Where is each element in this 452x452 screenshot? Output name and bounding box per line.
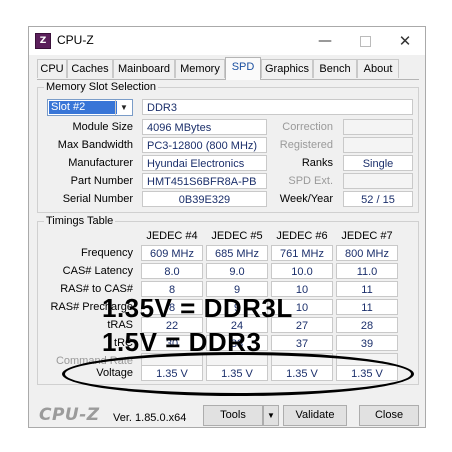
tab-spd[interactable]: SPD — [225, 57, 261, 80]
cpuz-app-icon: Z — [35, 33, 51, 49]
part-number-label: Part Number — [70, 175, 133, 187]
tab-about[interactable]: About — [357, 59, 399, 78]
tab-cpu[interactable]: CPU — [37, 59, 67, 78]
timing-cell: 28 — [336, 317, 398, 333]
chevron-down-icon[interactable]: ▼ — [115, 100, 132, 115]
timing-column-header: JEDEC #4 — [146, 230, 198, 242]
part-number-value: HMT451S6BFR8A-PB — [142, 173, 267, 189]
serial-number-value: 0B39E329 — [142, 191, 267, 207]
version-label: Ver. 1.85.0.x64 — [113, 412, 187, 424]
week-year-value: 52 / 15 — [343, 191, 413, 207]
registered-label: Registered — [279, 139, 333, 151]
correction-label: Correction — [282, 121, 333, 133]
tools-button[interactable]: Tools — [203, 405, 263, 426]
ranks-value: Single — [343, 155, 413, 171]
timing-cell: 11 — [336, 281, 398, 297]
timing-cell: 11.0 — [336, 263, 398, 279]
timing-cell: 37 — [271, 335, 333, 351]
spd-ext-label: SPD Ext. — [288, 175, 333, 187]
memory-type-field: DDR3 — [142, 99, 413, 115]
ranks-label: Ranks — [301, 157, 333, 169]
serial-number-label: Serial Number — [62, 193, 133, 205]
timing-cell: 761 MHz — [271, 245, 333, 261]
tab-mainboard[interactable]: Mainboard — [113, 59, 175, 78]
tab-memory[interactable]: Memory — [175, 59, 225, 78]
close-button[interactable]: Close — [359, 405, 419, 426]
maximize-icon — [359, 35, 371, 47]
minimize-button[interactable]: — — [307, 29, 343, 53]
tools-dropdown-arrow[interactable]: ▼ — [263, 405, 279, 426]
timing-column-header: JEDEC #7 — [341, 230, 393, 242]
manufacturer-label: Manufacturer — [68, 157, 133, 169]
frequency-label: Frequency — [81, 247, 133, 259]
timing-cell: 685 MHz — [206, 245, 268, 261]
tab-caches[interactable]: Caches — [67, 59, 113, 78]
timing-column-header: JEDEC #6 — [276, 230, 328, 242]
tab-bench[interactable]: Bench — [313, 59, 357, 78]
timing-cell: 8.0 — [141, 263, 203, 279]
title-bar[interactable]: Z CPU-Z — ✕ — [29, 27, 425, 55]
annotation-ellipse — [62, 352, 414, 396]
week-year-label: Week/Year — [279, 193, 333, 205]
cas-latency-label: CAS# Latency — [62, 265, 133, 277]
manufacturer-value: Hyundai Electronics — [142, 155, 267, 171]
timing-cell: 9.0 — [206, 263, 268, 279]
tab-graphics[interactable]: Graphics — [261, 59, 313, 78]
maximize-button[interactable] — [347, 29, 383, 53]
slot-dropdown[interactable]: Slot #2 ▼ — [47, 99, 133, 116]
timings-group-label: Timings Table — [44, 215, 116, 227]
chevron-down-icon: ▼ — [267, 411, 275, 420]
timing-cell: 800 MHz — [336, 245, 398, 261]
registered-value — [343, 137, 413, 153]
validate-button[interactable]: Validate — [283, 405, 347, 426]
max-bandwidth-value: PC3-12800 (800 MHz) — [142, 137, 267, 153]
memory-slot-group-label: Memory Slot Selection — [44, 81, 159, 93]
spd-ext-value — [343, 173, 413, 189]
timing-cell: 609 MHz — [141, 245, 203, 261]
max-bandwidth-label: Max Bandwidth — [57, 139, 133, 151]
correction-value — [343, 119, 413, 135]
timing-column-header: JEDEC #5 — [211, 230, 263, 242]
timing-cell: 10.0 — [271, 263, 333, 279]
tab-bar: CPU Caches Mainboard Memory SPD Graphics… — [37, 57, 419, 80]
slot-dropdown-value: Slot #2 — [49, 101, 117, 114]
module-size-label: Module Size — [72, 121, 133, 133]
module-size-value: 4096 MBytes — [142, 119, 267, 135]
close-window-button[interactable]: ✕ — [387, 29, 423, 53]
cpuz-logo: CPU-Z — [39, 405, 100, 425]
timing-cell: 11 — [336, 299, 398, 315]
timing-cell: 39 — [336, 335, 398, 351]
window-title: CPU-Z — [57, 33, 94, 47]
annotation-ddr3l: 1.35V = DDR3L — [102, 293, 293, 323]
